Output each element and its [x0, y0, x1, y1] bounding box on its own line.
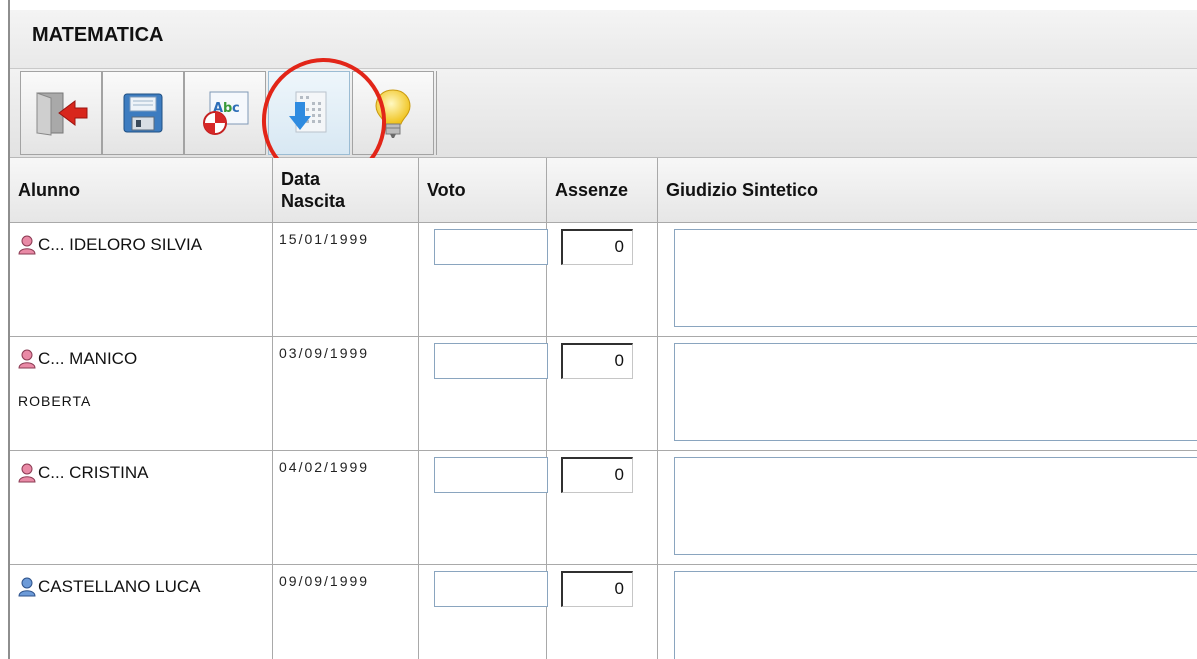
column-header-label: Alunno [18, 179, 80, 200]
birth-date: 04/02/1999 [279, 459, 370, 475]
table-row[interactable]: C... MANICO ROBERTA 03/09/1999 0 [10, 337, 1197, 450]
student-name-cell: C... MANICO ROBERTA [18, 349, 138, 409]
column-header-alunno[interactable]: Alunno [10, 158, 272, 222]
column-header-label: Assenze [555, 179, 629, 200]
table-row[interactable]: C... IDELORO SILVIA 15/01/1999 0 [10, 223, 1197, 336]
spellcheck-button[interactable]: A b c [184, 71, 266, 155]
student-name-line2: ROBERTA [18, 393, 92, 409]
student-name-cell: CASTELLANO LUCA [18, 577, 201, 597]
table-row[interactable]: C... CRISTINA 04/02/1999 0 [10, 451, 1197, 564]
import-down-arrow-icon [289, 91, 327, 133]
birth-date: 15/01/1999 [279, 231, 370, 247]
voto-input[interactable] [434, 571, 548, 607]
floppy-save-icon [123, 93, 163, 133]
giudizio-textarea[interactable] [674, 457, 1197, 555]
column-header-voto[interactable]: Voto [419, 158, 546, 222]
column-header-label: Giudizio Sintetico [666, 179, 818, 200]
gradebook-window: MATEMATICA A b c Alunno Data Nascita Vot… [0, 0, 1197, 659]
assenze-input[interactable]: 0 [561, 457, 633, 493]
assenze-input[interactable]: 0 [561, 229, 633, 265]
save-button[interactable] [102, 71, 184, 155]
lightbulb-icon [375, 89, 411, 138]
assenze-input[interactable]: 0 [561, 571, 633, 607]
column-header-label: Nascita [281, 191, 346, 211]
column-header-label: Data [281, 169, 321, 189]
voto-input[interactable] [434, 457, 548, 493]
svg-text:c: c [232, 101, 240, 116]
page-title: MATEMATICA [32, 24, 164, 46]
birth-date: 03/09/1999 [279, 345, 370, 361]
table-row[interactable]: CASTELLANO LUCA 09/09/1999 0 [10, 565, 1197, 659]
student-name-cell: C... CRISTINA [18, 463, 149, 483]
student-avatar-icon [18, 577, 36, 597]
voto-input[interactable] [434, 343, 548, 379]
exit-door-icon [36, 92, 88, 136]
panel-header: MATEMATICA [10, 10, 1197, 69]
student-table: Alunno Data Nascita Voto Assenze Giudizi… [10, 158, 1197, 659]
student-name: CASTELLANO LUCA [38, 577, 201, 596]
exit-button[interactable] [20, 71, 102, 155]
toolbar: A b c [10, 69, 1197, 158]
column-header-label: Voto [427, 179, 466, 200]
column-header-giudizio[interactable]: Giudizio Sintetico [658, 158, 1197, 222]
student-avatar-icon [18, 463, 36, 483]
column-header-data-nascita[interactable]: Data Nascita [273, 158, 418, 222]
student-name: C... IDELORO SILVIA [38, 235, 203, 254]
student-name: C... CRISTINA [38, 463, 149, 482]
assenze-input[interactable]: 0 [561, 343, 633, 379]
toolbar-separator [436, 71, 437, 155]
giudizio-textarea[interactable] [674, 229, 1197, 327]
student-name-cell: C... IDELORO SILVIA [18, 235, 202, 255]
student-avatar-icon [18, 235, 36, 255]
student-name: C... MANICO [38, 349, 138, 368]
giudizio-textarea[interactable] [674, 571, 1197, 659]
birth-date: 09/09/1999 [279, 573, 370, 589]
voto-input[interactable] [434, 229, 548, 265]
tips-button[interactable] [352, 71, 434, 155]
svg-text:b: b [223, 101, 232, 116]
import-button[interactable] [268, 71, 350, 155]
giudizio-textarea[interactable] [674, 343, 1197, 441]
column-header-assenze[interactable]: Assenze [547, 158, 657, 222]
spellcheck-icon: A b c [203, 91, 249, 135]
student-avatar-icon [18, 349, 36, 369]
